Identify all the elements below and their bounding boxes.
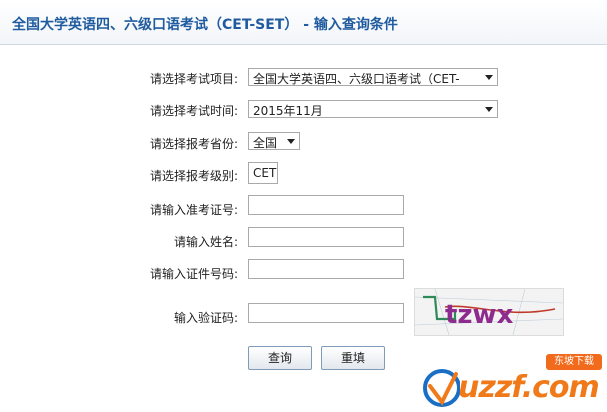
captcha-image[interactable]: tzwx <box>414 288 564 336</box>
uzzf-logo-icon <box>423 369 460 407</box>
page-title: 全国大学英语四、六级口语考试（CET-SET） - 输入查询条件 <box>12 17 398 33</box>
ticket-number-label: 请输入准考证号: <box>149 203 238 217</box>
level-label: 请选择报考级别: <box>149 169 238 183</box>
exam-item-value: 全国大学英语四、六级口语考试（CET- <box>253 72 460 86</box>
captcha-text: tzwx <box>445 300 514 330</box>
id-number-label: 请输入证件号码: <box>149 267 238 281</box>
reset-button[interactable]: 重填 <box>321 346 385 370</box>
province-select[interactable]: 全国 <box>248 132 300 150</box>
watermark-text: uzzf.com <box>458 370 600 405</box>
ticket-number-input[interactable] <box>248 195 404 215</box>
exam-item-label: 请选择考试项目: <box>149 72 238 86</box>
query-button[interactable]: 查询 <box>248 346 312 370</box>
chevron-down-icon <box>287 139 295 144</box>
province-label: 请选择报考省份: <box>149 137 238 151</box>
captcha-graphic: tzwx <box>414 288 564 336</box>
chevron-down-icon <box>485 75 493 80</box>
header-bar: 全国大学英语四、六级口语考试（CET-SET） - 输入查询条件 <box>0 0 607 45</box>
exam-time-select[interactable]: 2015年11月 <box>248 100 498 118</box>
captcha-input[interactable] <box>248 303 404 323</box>
province-value: 全国 <box>253 136 278 150</box>
name-input[interactable] <box>248 227 404 247</box>
watermark-tag: 东坡下载 <box>546 354 602 370</box>
captcha-label: 输入验证码: <box>173 311 238 325</box>
watermark-logo: 东坡下载 uzzf.com <box>418 346 607 412</box>
name-label: 请输入姓名: <box>173 235 238 249</box>
exam-item-select[interactable]: 全国大学英语四、六级口语考试（CET- <box>248 68 498 86</box>
exam-time-value: 2015年11月 <box>253 104 323 118</box>
chevron-down-icon <box>485 107 493 112</box>
id-number-input[interactable] <box>248 259 404 279</box>
level-select[interactable]: CET <box>248 162 278 184</box>
level-value: CET <box>253 166 277 180</box>
exam-time-label: 请选择考试时间: <box>149 104 238 118</box>
